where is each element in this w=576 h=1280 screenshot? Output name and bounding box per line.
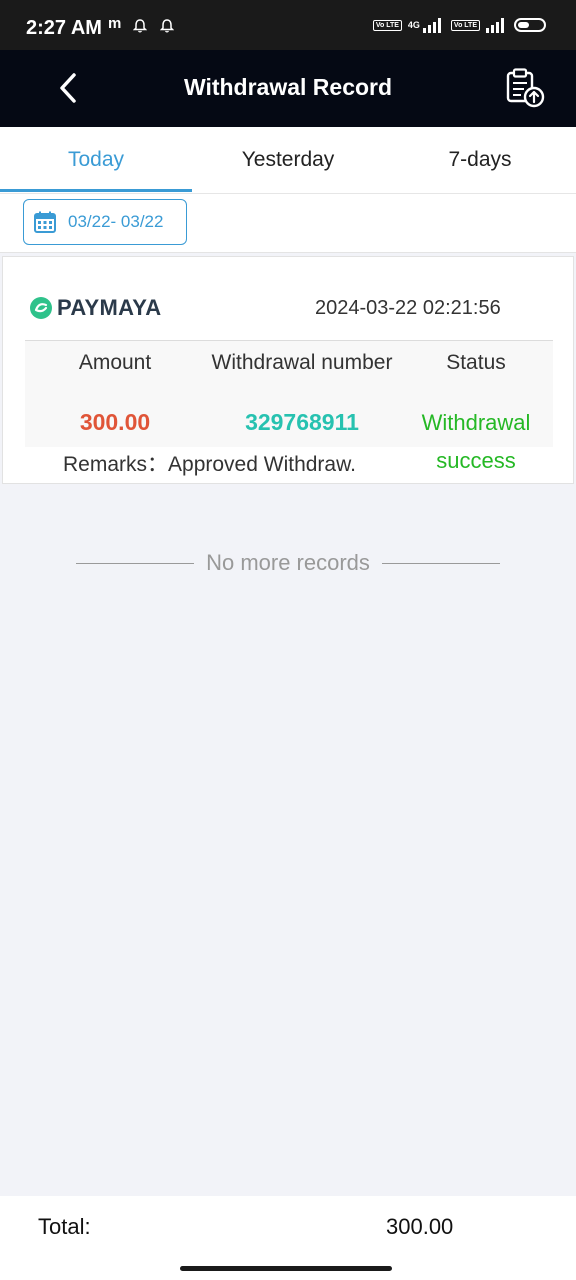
column-header-status: Status <box>446 351 506 374</box>
home-indicator[interactable] <box>180 1266 392 1271</box>
active-tab-indicator <box>0 189 192 192</box>
withdrawal-number-value: 329768911 <box>245 409 359 435</box>
divider <box>381 562 500 564</box>
status-time: 2:27 AM <box>26 17 102 39</box>
status-value: Withdrawal <box>421 410 531 435</box>
remarks: Remarks：Approved Withdraw. <box>63 448 356 478</box>
remarks-value: Approved Withdraw. <box>168 453 356 476</box>
amount-value: 300.00 <box>79 409 151 435</box>
carrier-glyph: m <box>108 15 122 32</box>
clipboard-upload-icon[interactable] <box>504 68 546 108</box>
withdrawal-record-card[interactable]: PAYMAYA 2024-03-22 02:21:56 Amount Withd… <box>2 256 574 484</box>
calendar-icon <box>34 211 56 233</box>
volte-badge: Vo LTE <box>372 19 402 31</box>
no-more-records-text: No more records <box>206 550 370 575</box>
date-range-text: 03/22- 03/22 <box>68 212 164 231</box>
column-header-amount: Amount <box>78 351 152 374</box>
date-filter-bar: 03/22- 03/22 <box>0 194 576 253</box>
status-value-continued: success <box>436 448 516 473</box>
volte-badge: Vo LTE <box>450 19 480 31</box>
header-bar: Withdrawal Record <box>0 50 576 127</box>
paymaya-logo-icon <box>30 297 52 319</box>
tab-yesterday[interactable]: Yesterday <box>192 127 384 193</box>
column-header-withdrawal-number: Withdrawal number <box>211 351 393 374</box>
page-title: Withdrawal Record <box>183 74 393 100</box>
list-end-indicator: No more records <box>0 550 576 576</box>
record-details-table: Amount Withdrawal number Status 300.00 3… <box>25 340 553 447</box>
period-tabs: Today Yesterday 7-days <box>0 127 576 194</box>
provider-name: PAYMAYA <box>57 295 162 320</box>
tab-7-days[interactable]: 7-days <box>384 127 576 193</box>
total-value: 300.00 <box>386 1214 454 1239</box>
bell-icon <box>133 19 147 33</box>
bell-icon <box>160 19 174 33</box>
tab-today[interactable]: Today <box>0 127 192 193</box>
record-datetime: 2024-03-22 02:21:56 <box>315 297 501 319</box>
remarks-label: Remarks： <box>63 453 169 476</box>
provider-logo: PAYMAYA <box>29 295 161 321</box>
battery-icon <box>514 18 546 32</box>
signal-icon <box>486 18 504 33</box>
total-label: Total: <box>38 1214 91 1239</box>
date-range-button[interactable]: 03/22- 03/22 <box>23 199 187 245</box>
signal-icon <box>422 18 441 33</box>
network-type: 4G <box>407 19 420 30</box>
status-bar: 2:27 AM m Vo LTE 4G Vo LTE <box>0 0 576 50</box>
total-footer: Total: 300.00 <box>0 1196 576 1280</box>
divider <box>76 562 195 564</box>
status-icons: Vo LTE 4G Vo LTE <box>372 17 546 33</box>
